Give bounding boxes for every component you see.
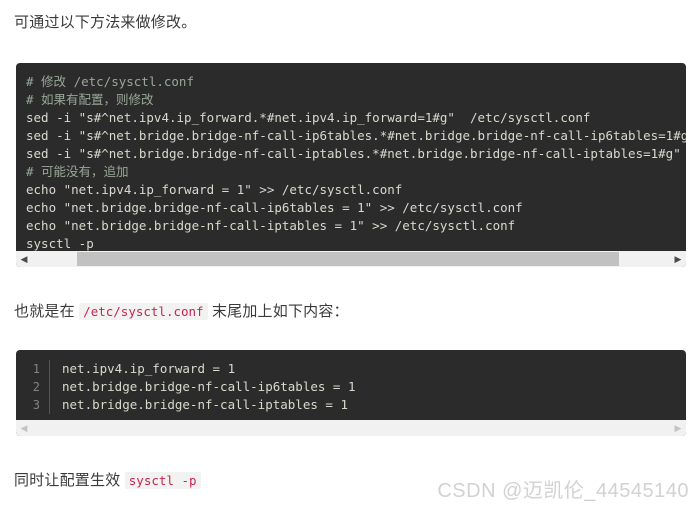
code-line: echo "net.ipv4.ip_forward = 1" >> /etc/s… — [26, 182, 403, 197]
inline-code-sysctl-p: sysctl -p — [124, 472, 201, 489]
mid-paragraph-suffix: 末尾加上如下内容： — [207, 303, 349, 320]
csdn-watermark: CSDN @迈凯伦_44545140 — [437, 480, 689, 502]
code-line: # 修改 /etc/sysctl.conf — [26, 74, 194, 89]
code-line: # 可能没有，追加 — [26, 164, 129, 179]
code-block-sysctl-commands[interactable]: # 修改 /etc/sysctl.conf # 如果有配置，则修改 sed -i… — [16, 63, 686, 267]
code-line: echo "net.bridge.bridge-nf-call-ip6table… — [26, 200, 523, 215]
code-line: # 如果有配置，则修改 — [26, 92, 154, 107]
scrollbar-track[interactable] — [32, 251, 670, 267]
inline-code-sysctl-conf-path: /etc/sysctl.conf — [79, 303, 208, 320]
article-page: 可通过以下方法来做修改。 # 修改 /etc/sysctl.conf # 如果有… — [0, 0, 699, 509]
code-line: sed -i "s#^net.bridge.bridge-nf-call-ipt… — [26, 146, 681, 161]
line-number-gutter: 1 2 3 — [16, 360, 50, 414]
code-lines: # 修改 /etc/sysctl.conf # 如果有配置，则修改 sed -i… — [16, 73, 686, 253]
code-block-body: 1 2 3 net.ipv4.ip_forward = 1 net.bridge… — [16, 350, 686, 422]
mid-paragraph-prefix: 也就是在 — [14, 303, 80, 320]
mid-paragraph: 也就是在 /etc/sysctl.conf 末尾加上如下内容： — [14, 301, 349, 323]
code-line: sed -i "s#^net.bridge.bridge-nf-call-ip6… — [26, 128, 686, 143]
scrollbar-track[interactable] — [32, 420, 670, 436]
scroll-left-arrow-icon[interactable]: ◀ — [16, 251, 32, 267]
code-block-body: # 修改 /etc/sysctl.conf # 如果有配置，则修改 sed -i… — [16, 63, 686, 261]
code-line: echo "net.bridge.bridge-nf-call-iptables… — [26, 218, 516, 233]
scroll-right-arrow-icon[interactable]: ▶ — [670, 251, 686, 267]
code-line: net.bridge.bridge-nf-call-iptables = 1 — [62, 397, 348, 412]
bottom-paragraph-prefix: 同时让配置生效 — [14, 472, 125, 489]
scroll-left-arrow-icon[interactable]: ◀ — [16, 420, 32, 436]
line-number: 2 — [32, 380, 40, 394]
code-lines: net.ipv4.ip_forward = 1 net.bridge.bridg… — [50, 360, 686, 414]
horizontal-scrollbar[interactable]: ◀ ▶ — [16, 251, 686, 267]
line-number: 1 — [32, 362, 40, 376]
code-line: net.ipv4.ip_forward = 1 — [62, 361, 236, 376]
intro-paragraph: 可通过以下方法来做修改。 — [14, 14, 197, 31]
line-number: 3 — [32, 398, 40, 412]
scrollbar-thumb[interactable] — [76, 252, 619, 266]
code-line: net.bridge.bridge-nf-call-ip6tables = 1 — [62, 379, 356, 394]
code-block-sysctl-conf-contents[interactable]: 1 2 3 net.ipv4.ip_forward = 1 net.bridge… — [16, 350, 686, 436]
bottom-paragraph: 同时让配置生效 sysctl -p — [14, 470, 201, 492]
scroll-right-arrow-icon[interactable]: ▶ — [670, 420, 686, 436]
horizontal-scrollbar[interactable]: ◀ ▶ — [16, 420, 686, 436]
code-line: sed -i "s#^net.ipv4.ip_forward.*#net.ipv… — [26, 110, 591, 125]
